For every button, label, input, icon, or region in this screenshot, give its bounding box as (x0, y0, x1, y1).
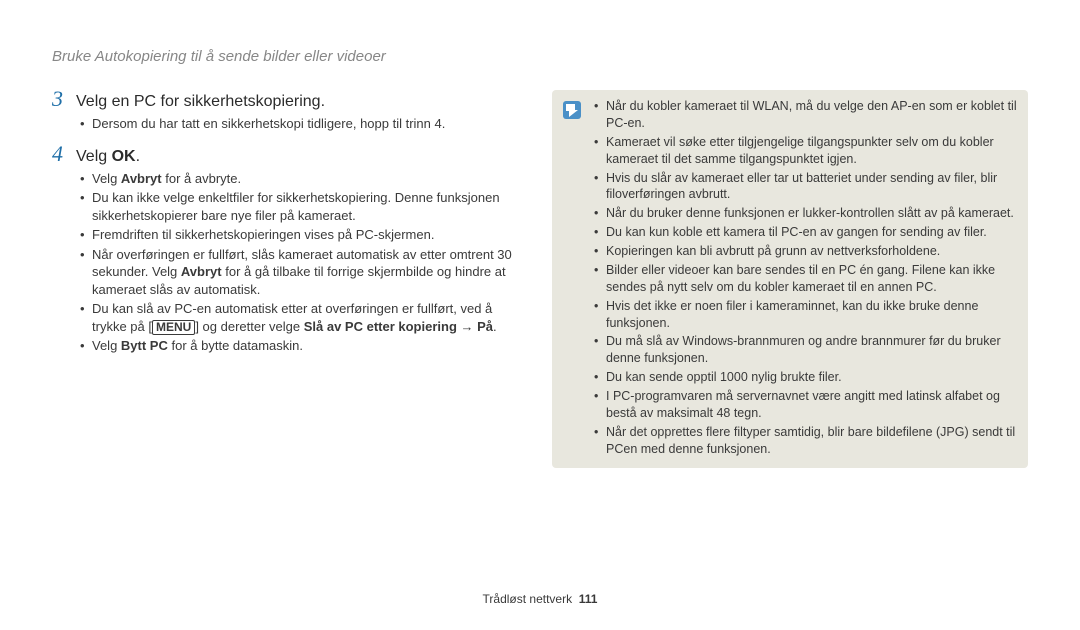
bullet-item: Velg Avbryt for å avbryte. (80, 170, 514, 188)
note-item: Hvis det ikke er noen filer i kameraminn… (594, 298, 1018, 332)
step-3-bullets: Dersom du har tatt en sikkerhetskopi tid… (80, 115, 514, 133)
step-4-bullets: Velg Avbryt for å avbryte. Du kan ikke v… (80, 170, 514, 355)
note-list: Når du kobler kameraet til WLAN, må du v… (594, 98, 1018, 458)
menu-button-icon: MENU (152, 320, 195, 335)
note-icon (562, 100, 582, 120)
bullet-item: Dersom du har tatt en sikkerhetskopi tid… (80, 115, 514, 133)
right-column: Når du kobler kameraet til WLAN, må du v… (540, 86, 1028, 468)
text: . (493, 319, 497, 334)
text: for å avbryte. (162, 171, 241, 186)
step-title-text: Velg en PC for sikkerhetskopiering. (76, 93, 325, 110)
bold-text: Avbryt (181, 264, 222, 279)
bold-text: Avbryt (121, 171, 162, 186)
bullet-item: Du kan ikke velge enkeltfiler for sikker… (80, 189, 514, 224)
document-page: Bruke Autokopiering til å sende bilder e… (0, 0, 1080, 630)
note-item: Du kan kun koble ett kamera til PC-en av… (594, 224, 1018, 241)
text: Velg (92, 171, 121, 186)
step-4: 4 Velg OK. Velg Avbryt for å avbryte. Du… (52, 141, 514, 355)
note-item: Du kan sende opptil 1000 nylig brukte fi… (594, 369, 1018, 386)
note-item: Kameraet vil søke etter tilgjengelige ti… (594, 134, 1018, 168)
step-number: 4 (52, 141, 76, 167)
note-item: Hvis du slår av kameraet eller tar ut ba… (594, 170, 1018, 204)
step-3: 3 Velg en PC for sikkerhetskopiering. De… (52, 86, 514, 133)
text: for å bytte datamaskin. (168, 338, 303, 353)
page-header: Bruke Autokopiering til å sende bilder e… (52, 48, 386, 65)
left-column: 3 Velg en PC for sikkerhetskopiering. De… (52, 86, 540, 468)
bullet-item: Velg Bytt PC for å bytte datamaskin. (80, 337, 514, 355)
footer-page-number: 111 (579, 592, 598, 606)
note-item: Du må slå av Windows-brannmuren og andre… (594, 333, 1018, 367)
step-number: 3 (52, 86, 76, 112)
content-columns: 3 Velg en PC for sikkerhetskopiering. De… (0, 86, 1080, 468)
note-item: Bilder eller videoer kan bare sendes til… (594, 262, 1018, 296)
bullet-item: Når overføringen er fullført, slås kamer… (80, 246, 514, 299)
text: Velg (92, 338, 121, 353)
text: ] og deretter velge (195, 319, 303, 334)
step-title: Velg en PC for sikkerhetskopiering. (76, 93, 325, 111)
step-title-pre: Velg (76, 148, 112, 165)
note-item: Når du kobler kameraet til WLAN, må du v… (594, 98, 1018, 132)
bold-text: Slå av PC etter kopiering → På (304, 319, 493, 334)
step-title-bold: OK (112, 148, 136, 165)
note-item: Når du bruker denne funksjonen er lukker… (594, 205, 1018, 222)
footer-section: Trådløst nettverk (483, 592, 573, 606)
note-box: Når du kobler kameraet til WLAN, må du v… (552, 90, 1028, 468)
note-item: Når det opprettes flere filtyper samtidi… (594, 424, 1018, 458)
step-title: Velg OK. (76, 148, 140, 166)
bullet-item: Du kan slå av PC-en automatisk etter at … (80, 300, 514, 335)
bullet-item: Fremdriften til sikkerhetskopieringen vi… (80, 226, 514, 244)
page-footer: Trådløst nettverk 111 (0, 592, 1080, 606)
note-item: Kopieringen kan bli avbrutt på grunn av … (594, 243, 1018, 260)
bold-text: Bytt PC (121, 338, 168, 353)
note-item: I PC-programvaren må servernavnet være a… (594, 388, 1018, 422)
step-title-post: . (136, 148, 140, 165)
